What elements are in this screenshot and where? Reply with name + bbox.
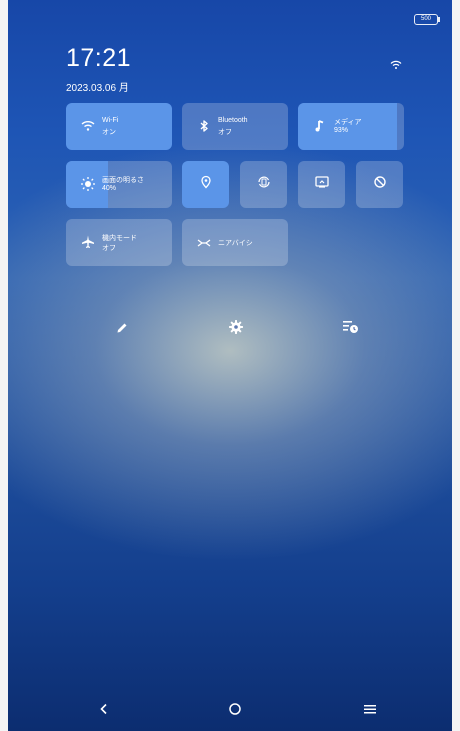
gear-icon xyxy=(228,319,244,340)
airplane-mode-label: 機内モード xyxy=(102,235,137,242)
notification-history-button[interactable] xyxy=(341,319,361,339)
media-volume-tile[interactable]: メディア 93% xyxy=(298,103,404,150)
brightness-value: 40% xyxy=(102,185,117,192)
wifi-tile[interactable]: Wi-Fi オン xyxy=(66,103,172,150)
auto-rotate-toggle[interactable] xyxy=(240,161,287,208)
back-button[interactable] xyxy=(92,699,116,723)
bluetooth-label: Bluetooth xyxy=(218,117,248,124)
screen-cast-icon xyxy=(314,174,330,195)
airplane-mode-state: オフ xyxy=(102,245,116,252)
airplane-icon xyxy=(80,234,96,250)
quick-settings-screen: 500 17:21 2023.03.06 月 Wi-Fi オン Bluetoot… xyxy=(8,0,452,731)
home-button[interactable] xyxy=(223,699,247,723)
brightness-tile[interactable]: 画面の明るさ 40% xyxy=(66,161,172,208)
airplane-mode-tile[interactable]: 機内モード オフ xyxy=(66,219,172,266)
menu-lines-icon xyxy=(363,702,377,720)
navigation-bar xyxy=(8,691,452,731)
chevron-left-icon xyxy=(99,702,109,720)
notification-history-icon xyxy=(342,319,360,340)
nearby-share-label: ニアバイシ xyxy=(218,240,253,247)
recent-apps-button[interactable] xyxy=(358,699,382,723)
nearby-share-icon xyxy=(196,235,212,251)
battery-label: 500 xyxy=(420,16,431,22)
do-not-disturb-icon xyxy=(373,175,387,194)
battery-icon: 500 xyxy=(414,14,440,25)
wifi-label: Wi-Fi xyxy=(102,117,119,124)
wifi-status-icon xyxy=(390,60,402,73)
bluetooth-state: オフ xyxy=(218,129,232,136)
bluetooth-icon xyxy=(196,118,212,134)
settings-button[interactable] xyxy=(226,319,246,339)
screen-cast-toggle[interactable] xyxy=(298,161,345,208)
music-note-icon xyxy=(312,118,328,134)
media-label: メディア xyxy=(334,119,362,126)
wifi-icon xyxy=(80,118,96,134)
clock-date: 2023.03.06 月 xyxy=(66,83,129,94)
clock-time: 17:21 xyxy=(66,44,132,72)
location-pin-icon xyxy=(199,175,213,194)
nearby-share-tile[interactable]: ニアバイシ xyxy=(182,219,288,266)
location-toggle[interactable] xyxy=(182,161,229,208)
wifi-state: オン xyxy=(102,129,116,136)
edit-tiles-button[interactable] xyxy=(112,320,132,340)
sun-icon xyxy=(80,176,96,192)
pencil-icon xyxy=(115,321,129,340)
status-bar: 500 xyxy=(414,14,440,25)
bluetooth-tile[interactable]: Bluetooth オフ xyxy=(182,103,288,150)
do-not-disturb-toggle[interactable] xyxy=(356,161,403,208)
circle-home-icon xyxy=(228,702,242,721)
media-value: 93% xyxy=(334,127,349,134)
auto-rotate-icon xyxy=(256,174,272,195)
brightness-label: 画面の明るさ xyxy=(102,177,144,184)
